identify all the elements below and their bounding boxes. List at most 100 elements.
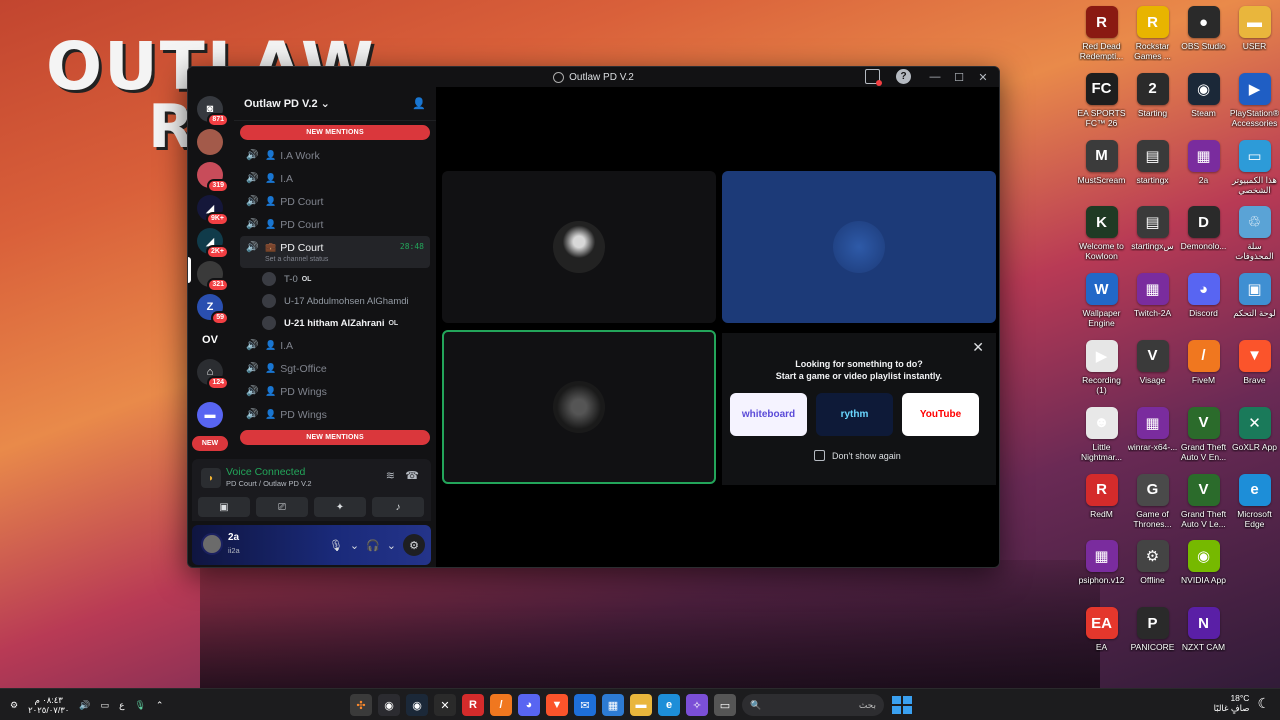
chevron-down-icon[interactable]: ⌄: [387, 539, 396, 552]
server-icon[interactable]: OV: [197, 327, 223, 353]
voice-member[interactable]: U-21 hitham AlZahrani OL: [234, 312, 436, 334]
desktop-icon[interactable]: ▭ هذا الكمبيوتر الشخصي: [1229, 138, 1280, 205]
desktop-icon[interactable]: ▶ Recording (1): [1076, 338, 1127, 405]
store-icon[interactable]: ▦: [602, 694, 624, 716]
desktop-icon[interactable]: e Microsoft Edge: [1229, 472, 1280, 539]
channel-status[interactable]: Set a channel status: [246, 256, 430, 263]
video-tile-2[interactable]: [722, 171, 996, 323]
desktop-icon[interactable]: ◉ NVIDIA App: [1178, 538, 1229, 605]
signal-icon[interactable]: ◗: [201, 468, 221, 488]
add-member-icon[interactable]: 👤: [412, 97, 426, 110]
desktop-icon[interactable]: P PANICORE: [1127, 605, 1178, 672]
desktop-icon[interactable]: D Demonolo...: [1178, 204, 1229, 271]
fivem-taskbar-icon[interactable]: /: [490, 694, 512, 716]
desktop-icon[interactable]: ▶ PlayStation® Accessories: [1229, 71, 1280, 138]
desktop-icon[interactable]: R Red Dead Redempti...: [1076, 4, 1127, 71]
chevron-up-icon[interactable]: ⌃: [156, 700, 164, 711]
guild-header[interactable]: Outlaw PD V.2 ⌄ 👤: [234, 87, 436, 121]
disconnect-icon[interactable]: ☎: [405, 469, 419, 482]
screen-share-button[interactable]: ⎚: [256, 497, 308, 517]
new-unread-pill[interactable]: NEW: [192, 436, 228, 451]
desktop-icon[interactable]: ▦ 2a: [1178, 138, 1229, 205]
close-button[interactable]: ✕: [971, 71, 995, 84]
checkbox[interactable]: [814, 450, 825, 461]
clock[interactable]: ٠٨:٤٣ م ٢٠٢٥/٠٧/٣٠: [28, 695, 69, 715]
new-mentions-bottom[interactable]: NEW MENTIONS: [240, 430, 430, 445]
edge-taskbar-icon[interactable]: e: [658, 694, 680, 716]
desktop-icon[interactable]: ● OBS Studio: [1178, 4, 1229, 71]
steam-taskbar-icon[interactable]: ◉: [406, 694, 428, 716]
voice-location[interactable]: PD Court / Outlaw PD V.2: [226, 479, 312, 488]
language-indicator[interactable]: ع: [119, 700, 124, 711]
maximize-button[interactable]: ☐: [947, 71, 971, 84]
gear-icon[interactable]: ⚙: [403, 534, 425, 556]
desktop-icon[interactable]: R RedM: [1076, 472, 1127, 539]
desktop-icon[interactable]: / FiveM: [1178, 338, 1229, 405]
desktop-icon[interactable]: G Game of Thrones...: [1127, 472, 1178, 539]
desktop-icon[interactable]: K Welcome to Kowloon: [1076, 204, 1127, 271]
desktop-icon[interactable]: ✕ GoXLR App: [1229, 405, 1280, 472]
chevron-down-icon[interactable]: ⌄: [350, 539, 359, 552]
desktop-icon[interactable]: V Grand Theft Auto V Le...: [1178, 472, 1229, 539]
network-icon[interactable]: ▭: [101, 700, 110, 711]
desktop-icon[interactable]: R Rockstar Games ...: [1127, 4, 1178, 71]
active-voice-channel[interactable]: 🔊 💼 PD Court 28:48 Set a channel status: [240, 236, 430, 268]
colorful-app-icon[interactable]: ✣: [350, 694, 372, 716]
username[interactable]: 2a: [228, 532, 239, 543]
weather-widget[interactable]: 18°C صافٍ غالبًا: [1214, 693, 1250, 713]
voice-channel[interactable]: 🔊 👤 PD Wings: [234, 380, 436, 403]
start-button[interactable]: [890, 694, 912, 716]
microphone-icon[interactable]: 🎙: [329, 539, 343, 552]
desktop-icon[interactable]: M MustScream: [1076, 138, 1127, 205]
xbox-taskbar-icon[interactable]: ✕: [434, 694, 456, 716]
inbox-icon[interactable]: [865, 69, 882, 86]
server-icon[interactable]: ◙ 871: [197, 96, 229, 127]
desktop-icon[interactable]: ▤ startingx: [1127, 138, 1178, 205]
discord-taskbar-icon[interactable]: ◉: [378, 694, 400, 716]
minimize-button[interactable]: —: [923, 71, 947, 83]
notification-icon[interactable]: ⚙: [10, 700, 18, 711]
server-icon[interactable]: ◢ 9K+: [197, 195, 229, 226]
search-input[interactable]: 🔍 بحث: [742, 694, 884, 716]
desktop-icon[interactable]: ▦ Twitch-2A: [1127, 271, 1178, 338]
voice-channel[interactable]: 🔊 👤 I.A Work: [234, 144, 436, 167]
server-icon[interactable]: Z 59: [197, 294, 229, 325]
desktop-icon[interactable]: ▣ لوحة التحكم: [1229, 271, 1280, 338]
server-icon[interactable]: ◢ 2K+: [197, 228, 229, 259]
server-icon[interactable]: 321: [197, 261, 229, 292]
desktop-icon[interactable]: ♲ سلة المحذوفات: [1229, 204, 1280, 271]
voice-member[interactable]: T-0 OL: [234, 268, 436, 290]
desktop-icon[interactable]: N NZXT CAM: [1178, 605, 1229, 672]
desktop-icon[interactable]: ▦ psiphon.v12: [1076, 538, 1127, 605]
desktop-icon[interactable]: ◉ Steam: [1178, 71, 1229, 138]
help-icon[interactable]: ?: [896, 69, 911, 84]
noise-suppression-icon[interactable]: ≋: [386, 469, 395, 482]
copilot-icon[interactable]: ✧: [686, 694, 708, 716]
desktop-icon[interactable]: EA EA: [1076, 605, 1127, 672]
server-icon[interactable]: [197, 129, 223, 155]
user-status[interactable]: ii2a: [228, 546, 240, 555]
video-tile-1[interactable]: [442, 171, 716, 323]
video-tile-speaking[interactable]: [442, 330, 716, 484]
microphone-icon[interactable]: 🎙: [134, 700, 145, 711]
desktop-icon[interactable]: ⚙ Offline: [1127, 538, 1178, 605]
desktop-icon[interactable]: ▬ USER: [1229, 4, 1280, 71]
voice-status[interactable]: Voice Connected: [226, 466, 305, 478]
dont-show-again[interactable]: Don't show again: [814, 450, 901, 461]
mail-icon[interactable]: ✉: [574, 694, 596, 716]
new-mentions-top[interactable]: NEW MENTIONS: [240, 125, 430, 140]
desktop-icon[interactable]: FC EA SPORTS FC™ 26: [1076, 71, 1127, 138]
server-icon[interactable]: 319: [197, 162, 229, 193]
activity-option[interactable]: YouTube: [902, 393, 979, 436]
folder-icon[interactable]: ▬: [630, 694, 652, 716]
desktop-icon[interactable]: ▤ startingxس: [1127, 204, 1178, 271]
desktop-icon[interactable]: ▼ Brave: [1229, 338, 1280, 405]
brave-taskbar-icon[interactable]: ▼: [546, 694, 568, 716]
voice-channel[interactable]: 🔊 👤 PD Wings: [234, 403, 436, 426]
voice-channel[interactable]: 🔊 👤 PD Court: [234, 213, 436, 236]
redm-taskbar-icon[interactable]: R: [462, 694, 484, 716]
window-titlebar[interactable]: Outlaw PD V.2 ? — ☐ ✕: [188, 67, 999, 87]
desktop-icon[interactable]: 2 Starting: [1127, 71, 1178, 138]
activity-option[interactable]: whiteboard: [730, 393, 807, 436]
soundboard-button[interactable]: ♪: [372, 497, 424, 517]
